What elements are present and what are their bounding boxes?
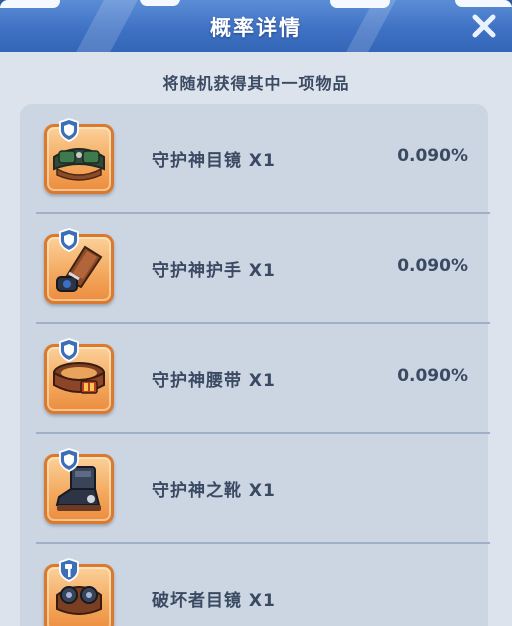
list-item: 守护神之靴 X1 <box>36 434 490 544</box>
shield-badge <box>58 118 80 142</box>
shield-badge-icon <box>59 228 79 252</box>
list-item: 守护神护手 X1 0.090% <box>36 214 490 324</box>
list-item: 守护神目镜 X1 0.090% <box>36 104 490 214</box>
item-list[interactable]: 守护神目镜 X1 0.090% 守护神护手 X1 0.090% 守护神腰带 X1… <box>20 104 490 626</box>
item-name: 守护神护手 X1 <box>152 261 276 281</box>
dialog-header: 概率详情 <box>0 0 512 52</box>
shield-badge <box>58 448 80 472</box>
shield-badge <box>58 338 80 362</box>
snow-decoration <box>455 0 512 7</box>
snow-decoration <box>140 0 180 6</box>
item-name: 破坏者目镜 X1 <box>152 591 276 611</box>
hammer-badge <box>58 558 80 582</box>
item-name: 守护神目镜 X1 <box>152 151 276 171</box>
close-x-icon <box>472 14 496 38</box>
snow-decoration <box>0 0 60 8</box>
item-probability: 0.090% <box>397 366 468 386</box>
list-item: 破坏者目镜 X1 <box>36 544 490 626</box>
dialog-subtitle: 将随机获得其中一项物品 <box>162 74 350 93</box>
item-probability: 0.090% <box>397 146 468 166</box>
close-button[interactable] <box>470 12 498 40</box>
shield-badge <box>58 228 80 252</box>
shield-badge-icon <box>59 448 79 472</box>
probability-dialog: 概率详情 将随机获得其中一项物品 守护神目镜 X1 0.090% 守护神护手 X… <box>0 0 512 626</box>
item-probability: 0.090% <box>397 256 468 276</box>
item-name: 守护神腰带 X1 <box>152 371 276 391</box>
list-item: 守护神腰带 X1 0.090% <box>36 324 490 434</box>
item-name: 守护神之靴 X1 <box>152 481 276 501</box>
shield-badge-icon <box>59 118 79 142</box>
shield-badge-icon <box>59 338 79 362</box>
dialog-title: 概率详情 <box>210 16 302 40</box>
hammer-badge-icon <box>59 558 79 582</box>
